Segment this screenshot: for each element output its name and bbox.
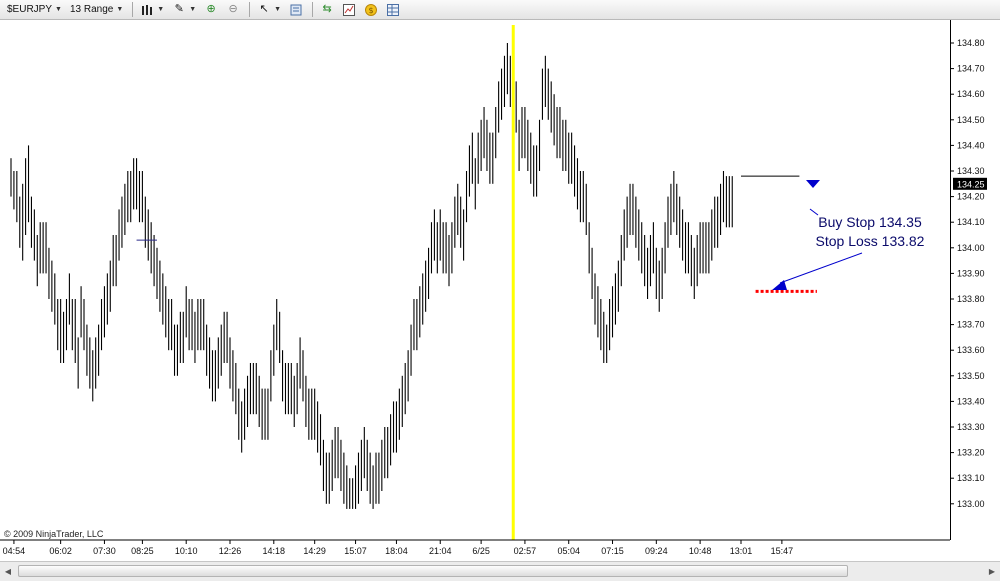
price-tick-label: 133.00 bbox=[957, 499, 985, 509]
price-tick-label: 134.60 bbox=[957, 89, 985, 99]
time-tick-label: 15:07 bbox=[344, 546, 367, 556]
zoom-in-icon: ⊕ bbox=[206, 3, 216, 15]
chevron-down-icon: ▼ bbox=[116, 6, 124, 13]
chart-toolbar: $EURJPY ▼ 13 Range ▼ ▼ ✎ ▼ ⊕ ⊖ ↖ ▼ ⇆ $ bbox=[0, 0, 1000, 20]
svg-text:$: $ bbox=[369, 6, 374, 15]
current-price-label: 134.25 bbox=[957, 179, 985, 189]
cursor-arrow-icon: ↖ bbox=[259, 3, 269, 15]
price-axis-border bbox=[950, 20, 951, 540]
toolbar-divider bbox=[132, 2, 134, 17]
price-tick-label: 133.70 bbox=[957, 320, 985, 330]
time-tick-label: 06:02 bbox=[49, 546, 72, 556]
chevron-down-icon: ▼ bbox=[274, 6, 282, 13]
chart-drawings: 134.25 bbox=[136, 25, 987, 540]
chevron-down-icon: ▼ bbox=[189, 6, 197, 13]
time-tick-label: 21:04 bbox=[429, 546, 452, 556]
properties-button[interactable] bbox=[383, 2, 403, 18]
time-tick-label: 14:18 bbox=[263, 546, 286, 556]
chevron-down-icon: ▼ bbox=[157, 6, 165, 13]
price-tick-label: 133.10 bbox=[957, 473, 985, 483]
time-tick-label: 15:47 bbox=[771, 546, 794, 556]
cursor-button[interactable]: ↖ ▼ bbox=[254, 2, 284, 18]
bar-style-button[interactable]: ▼ bbox=[137, 2, 167, 18]
price-tick-label: 134.80 bbox=[957, 38, 985, 48]
time-axis: 04:54 06:02 07:30 08:25 10:10 12:26 14:18 14:29… bbox=[0, 539, 950, 556]
scroll-left-arrow-icon[interactable]: ◀ bbox=[2, 565, 14, 578]
time-tick-label: 09:24 bbox=[645, 546, 668, 556]
scroll-thumb[interactable] bbox=[18, 565, 848, 577]
price-tick-label: 134.40 bbox=[957, 140, 985, 150]
indicator-icon bbox=[342, 3, 356, 17]
time-tick-label: 07:30 bbox=[93, 546, 116, 556]
price-tick-label: 133.60 bbox=[957, 345, 985, 355]
price-tick-label: 134.30 bbox=[957, 166, 985, 176]
price-tick-label: 133.50 bbox=[957, 371, 985, 381]
bar-chart-icon bbox=[140, 3, 154, 17]
time-tick-label: 05:04 bbox=[557, 546, 580, 556]
instrument-selector[interactable]: $EURJPY ▼ bbox=[4, 2, 65, 18]
time-tick-label: 18:04 bbox=[385, 546, 408, 556]
zoom-out-button[interactable]: ⊖ bbox=[223, 2, 243, 18]
strategies-button[interactable]: $ bbox=[361, 2, 381, 18]
drawing-tools-button[interactable]: ✎ ▼ bbox=[169, 2, 199, 18]
price-tick-label: 134.50 bbox=[957, 115, 985, 125]
properties-grid-icon bbox=[386, 3, 400, 17]
interval-label: 13 Range bbox=[69, 4, 114, 15]
copyright-notice: © 2009 NinjaTrader, LLC bbox=[4, 529, 104, 539]
toolbar-divider bbox=[249, 2, 251, 17]
interval-selector[interactable]: 13 Range ▼ bbox=[67, 2, 126, 18]
time-tick-label: 10:48 bbox=[689, 546, 712, 556]
price-bars bbox=[10, 43, 733, 509]
stop-loss-arrow-line bbox=[779, 252, 863, 284]
data-box-button[interactable] bbox=[286, 2, 306, 18]
price-tick-label: 134.10 bbox=[957, 217, 985, 227]
chevron-down-icon: ▼ bbox=[55, 6, 62, 13]
scroll-right-arrow-icon[interactable]: ▶ bbox=[986, 565, 998, 578]
time-tick-label: 12:26 bbox=[219, 546, 242, 556]
zoom-out-icon: ⊖ bbox=[228, 3, 238, 15]
price-tick-label: 133.30 bbox=[957, 422, 985, 432]
coin-icon: $ bbox=[364, 3, 378, 17]
time-tick-label: 14:29 bbox=[303, 546, 326, 556]
time-tick-label: 02:57 bbox=[514, 546, 537, 556]
price-tick-label: 133.40 bbox=[957, 396, 985, 406]
time-tick-label: 04:54 bbox=[3, 546, 26, 556]
price-tick-label: 134.20 bbox=[957, 192, 985, 202]
instrument-link-button[interactable]: ⇆ bbox=[317, 2, 337, 18]
time-tick-label: 08:25 bbox=[131, 546, 154, 556]
link-icon: ⇆ bbox=[322, 3, 332, 15]
time-tick-label: 10:10 bbox=[175, 546, 198, 556]
price-chart[interactable]: 134.80 134.70 134.60 134.50 134.40 134.30 134.… bbox=[0, 20, 1000, 561]
indicators-button[interactable] bbox=[339, 2, 359, 18]
time-tick-label: 13:01 bbox=[730, 546, 753, 556]
instrument-label: $EURJPY bbox=[7, 4, 53, 15]
price-tick-label: 133.90 bbox=[957, 268, 985, 278]
price-axis: 134.80 134.70 134.60 134.50 134.40 134.30 134.… bbox=[950, 38, 985, 509]
time-tick-label: 6/25 bbox=[472, 546, 490, 556]
price-tick-label: 133.80 bbox=[957, 294, 985, 304]
horizontal-scrollbar[interactable]: ◀ ▶ bbox=[0, 561, 1000, 581]
price-tick-label: 134.70 bbox=[957, 64, 985, 74]
stop-loss-annotation: Stop Loss 133.82 bbox=[815, 233, 925, 249]
data-box-icon bbox=[289, 3, 303, 17]
buy-stop-annotation: Buy Stop 134.35 bbox=[818, 214, 922, 230]
pencil-icon: ✎ bbox=[174, 3, 184, 15]
price-tick-label: 134.00 bbox=[957, 243, 985, 253]
price-tick-label: 133.20 bbox=[957, 448, 985, 458]
time-tick-label: 07:15 bbox=[601, 546, 624, 556]
buy-stop-arrow-icon bbox=[806, 180, 820, 188]
toolbar-divider bbox=[312, 2, 314, 17]
zoom-in-button[interactable]: ⊕ bbox=[201, 2, 221, 18]
